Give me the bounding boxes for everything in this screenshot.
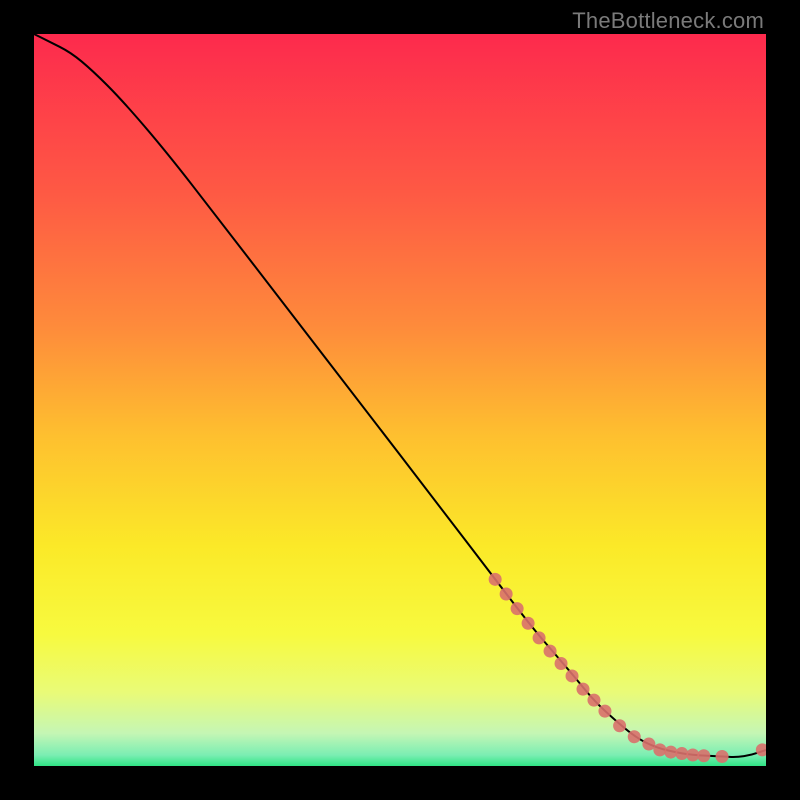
data-marker [697,749,710,762]
data-marker [653,743,666,756]
data-marker [577,683,590,696]
data-marker [716,750,729,763]
data-marker [642,738,655,751]
data-marker [522,617,535,630]
data-marker [675,747,688,760]
bottleneck-plot [34,34,766,766]
data-marker [598,705,611,718]
chart-container: TheBottleneck.com [0,0,800,800]
attribution-label: TheBottleneck.com [572,8,764,34]
data-marker [664,746,677,759]
data-marker [566,669,579,682]
data-marker [489,573,502,586]
data-marker [613,719,626,732]
data-marker [587,694,600,707]
data-marker [555,657,568,670]
data-marker [533,631,546,644]
data-marker [544,645,557,658]
data-marker [500,587,513,600]
data-marker [628,730,641,743]
plot-background [34,34,766,766]
data-marker [511,602,524,615]
